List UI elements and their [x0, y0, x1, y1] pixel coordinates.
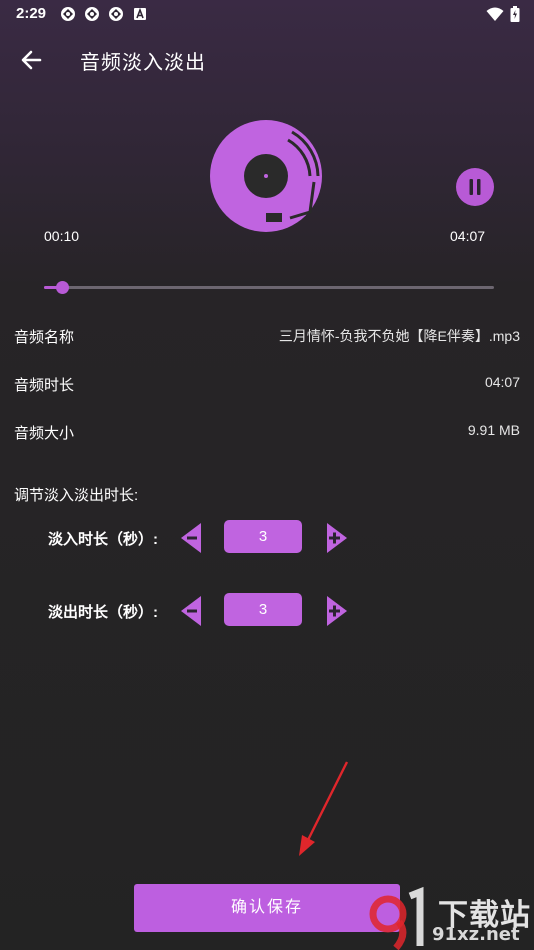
app-notification-icon: [61, 7, 75, 21]
font-a-icon: [134, 7, 146, 20]
info-label: 音频大小: [14, 425, 75, 442]
minus-icon: [181, 596, 201, 626]
seek-thumb[interactable]: [56, 281, 69, 294]
vinyl-disc: [210, 120, 322, 232]
minus-icon: [181, 523, 201, 553]
current-time: 00:10: [44, 228, 80, 244]
fade-in-increase-button[interactable]: [326, 522, 348, 554]
status-notification-icons: [60, 6, 148, 22]
confirm-save-button[interactable]: 确认保存: [134, 884, 400, 932]
wifi-icon: [486, 7, 504, 21]
pause-button[interactable]: [456, 168, 494, 206]
pause-icon: [469, 179, 481, 195]
back-button[interactable]: [18, 46, 46, 74]
watermark-logo-icon: [369, 886, 424, 950]
fade-out-value[interactable]: 3: [224, 593, 302, 626]
plus-icon: [327, 523, 347, 553]
fade-out-increase-button[interactable]: [326, 595, 348, 627]
info-row-size: 音频大小 9.91 MB: [14, 420, 520, 444]
status-bar: 2:29: [0, 0, 534, 28]
red-arrow-icon: [299, 761, 349, 856]
info-value: 04:07: [484, 374, 520, 390]
info-label: 音频名称: [14, 329, 75, 346]
fade-in-row: 淡入时长（秒）: 3: [48, 520, 368, 556]
watermark-text-en: 91xz.net: [432, 924, 520, 945]
total-time: 04:07: [450, 228, 486, 244]
info-value: 三月情怀-负我不负她【降E伴奏】.mp3: [278, 328, 520, 344]
status-time: 2:29: [16, 5, 47, 22]
fade-out-row: 淡出时长（秒）: 3: [48, 593, 368, 629]
page-title: 音频淡入淡出: [80, 52, 206, 74]
annotation-arrow: [290, 756, 354, 860]
info-value: 9.91 MB: [467, 422, 520, 438]
fade-in-decrease-button[interactable]: [180, 522, 202, 554]
app-notification-icon: [85, 7, 99, 21]
info-row-name: 音频名称 三月情怀-负我不负她【降E伴奏】.mp3: [14, 324, 520, 348]
battery-icon: [510, 6, 520, 22]
fade-in-label: 淡入时长（秒）:: [48, 531, 158, 548]
info-label: 音频时长: [14, 377, 75, 394]
fade-out-decrease-button[interactable]: [180, 595, 202, 627]
fade-in-value[interactable]: 3: [224, 520, 302, 553]
app-notification-icon: [109, 7, 123, 21]
back-arrow-icon: [21, 50, 42, 70]
seek-bar[interactable]: [44, 281, 494, 294]
info-row-duration: 音频时长 04:07: [14, 372, 520, 396]
plus-icon: [327, 596, 347, 626]
fade-out-label: 淡出时长（秒）:: [48, 604, 158, 621]
watermark: 下载站 91xz.net: [366, 884, 534, 950]
status-system-icons: [486, 6, 520, 22]
section-label: 调节淡入淡出时长:: [14, 487, 139, 504]
app-bar: 音频淡入淡出: [0, 38, 534, 82]
vinyl-record-icon: [210, 120, 322, 232]
